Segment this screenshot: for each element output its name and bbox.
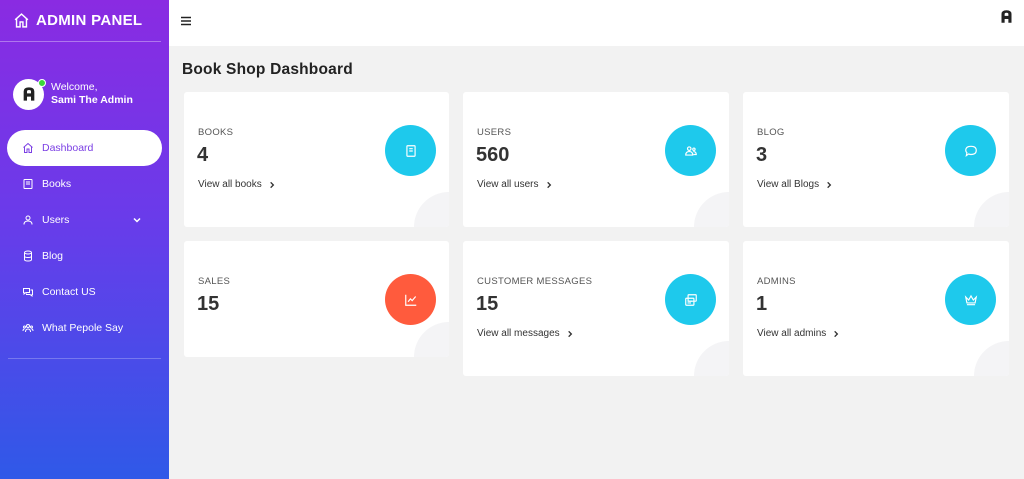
logo-icon [23, 87, 34, 101]
crown-icon [964, 294, 977, 305]
card-icon-circle [945, 274, 996, 325]
card-value: 560 [476, 144, 510, 166]
card-icon-circle [385, 125, 436, 176]
sidebar-item-books[interactable]: Books [0, 166, 169, 202]
stat-card-blog: BLOG 3 View all Blogs [743, 92, 1009, 227]
user-panel: Welcome, Sami The Admin [0, 42, 169, 132]
users-icon [22, 324, 34, 333]
stat-card-books: BOOKS 4 View all books [184, 92, 449, 227]
page-title: Book Shop Dashboard [182, 61, 353, 78]
view-all-messages-link[interactable]: View all messages [477, 328, 574, 339]
brand-title: ADMIN PANEL [36, 12, 143, 29]
hamburger-icon[interactable] [180, 15, 192, 27]
avatar[interactable] [13, 78, 46, 110]
sidebar-divider [8, 358, 161, 359]
messages-icon [684, 293, 697, 306]
chat-icon [23, 288, 33, 297]
link-label: View all Blogs [757, 179, 820, 190]
link-label: View all admins [757, 328, 827, 339]
card-value: 3 [756, 144, 768, 166]
user-icon [23, 215, 33, 225]
card-icon-circle [665, 274, 716, 325]
book-icon [405, 144, 416, 157]
sidebar-item-label: Dashboard [42, 142, 94, 154]
sidebar-item-dashboard[interactable]: Dashboard [7, 130, 162, 166]
users-icon [684, 145, 697, 156]
sidebar: ADMIN PANEL Welcome, Sami The Admin Dash… [0, 0, 169, 479]
sidebar-item-label: Contact US [42, 286, 96, 298]
sidebar-item-contact[interactable]: Contact US [0, 274, 169, 310]
card-value: 15 [476, 293, 499, 315]
card-icon-circle [665, 125, 716, 176]
chevron-right-icon [567, 330, 572, 337]
view-all-admins-link[interactable]: View all admins [757, 328, 840, 339]
card-label: ADMINS [757, 276, 796, 287]
stat-card-admins: ADMINS 1 View all admins [743, 241, 1009, 376]
card-label: CUSTOMER MESSAGES [477, 276, 593, 287]
view-all-books-link[interactable]: View all books [198, 179, 276, 190]
sidebar-item-users[interactable]: Users [0, 202, 169, 238]
view-all-blogs-link[interactable]: View all Blogs [757, 179, 833, 190]
chevron-right-icon [269, 181, 275, 188]
card-label: SALES [198, 276, 231, 287]
online-status-dot [38, 78, 46, 87]
sidebar-item-label: Blog [42, 250, 64, 262]
welcome-text: Welcome, Sami The Admin [51, 81, 133, 107]
brand[interactable]: ADMIN PANEL [0, 0, 161, 42]
welcome-label: Welcome, [51, 81, 98, 93]
home-icon [23, 142, 33, 153]
card-icon-circle [385, 274, 436, 325]
user-name: Sami The Admin [51, 94, 133, 106]
card-value: 4 [197, 144, 209, 166]
card-label: USERS [477, 127, 512, 138]
stat-card-messages: CUSTOMER MESSAGES 15 View all messages [463, 241, 729, 376]
link-label: View all books [198, 179, 262, 190]
chevron-right-icon [827, 181, 832, 188]
sidebar-item-blog[interactable]: Blog [0, 238, 169, 274]
database-icon [24, 250, 32, 262]
chevron-right-icon [834, 330, 839, 337]
chevron-down-icon[interactable] [131, 214, 143, 226]
stat-card-users: USERS 560 View all users [463, 92, 729, 227]
link-label: View all messages [477, 328, 560, 339]
stat-card-sales: SALES 15 [184, 241, 449, 357]
card-label: BLOG [757, 127, 785, 138]
topbar [169, 0, 1024, 46]
sidebar-item-testimonials[interactable]: What Pepole Say [0, 310, 169, 346]
link-label: View all users [477, 179, 539, 190]
card-icon-circle [945, 125, 996, 176]
view-all-users-link[interactable]: View all users [477, 179, 553, 190]
chevron-right-icon [546, 181, 551, 188]
card-label: BOOKS [198, 127, 234, 138]
sidebar-item-label: Users [42, 214, 70, 226]
chart-icon [404, 294, 416, 306]
logo-icon[interactable] [999, 9, 1014, 24]
book-icon [23, 179, 33, 189]
card-value: 15 [197, 293, 220, 315]
home-icon [14, 13, 29, 28]
sidebar-item-label: What Pepole Say [42, 322, 124, 334]
sidebar-nav: Dashboard Books Users Blog Contact US Wh… [0, 130, 169, 359]
comment-icon [964, 145, 977, 157]
sidebar-item-label: Books [42, 178, 72, 190]
card-value: 1 [756, 293, 768, 315]
